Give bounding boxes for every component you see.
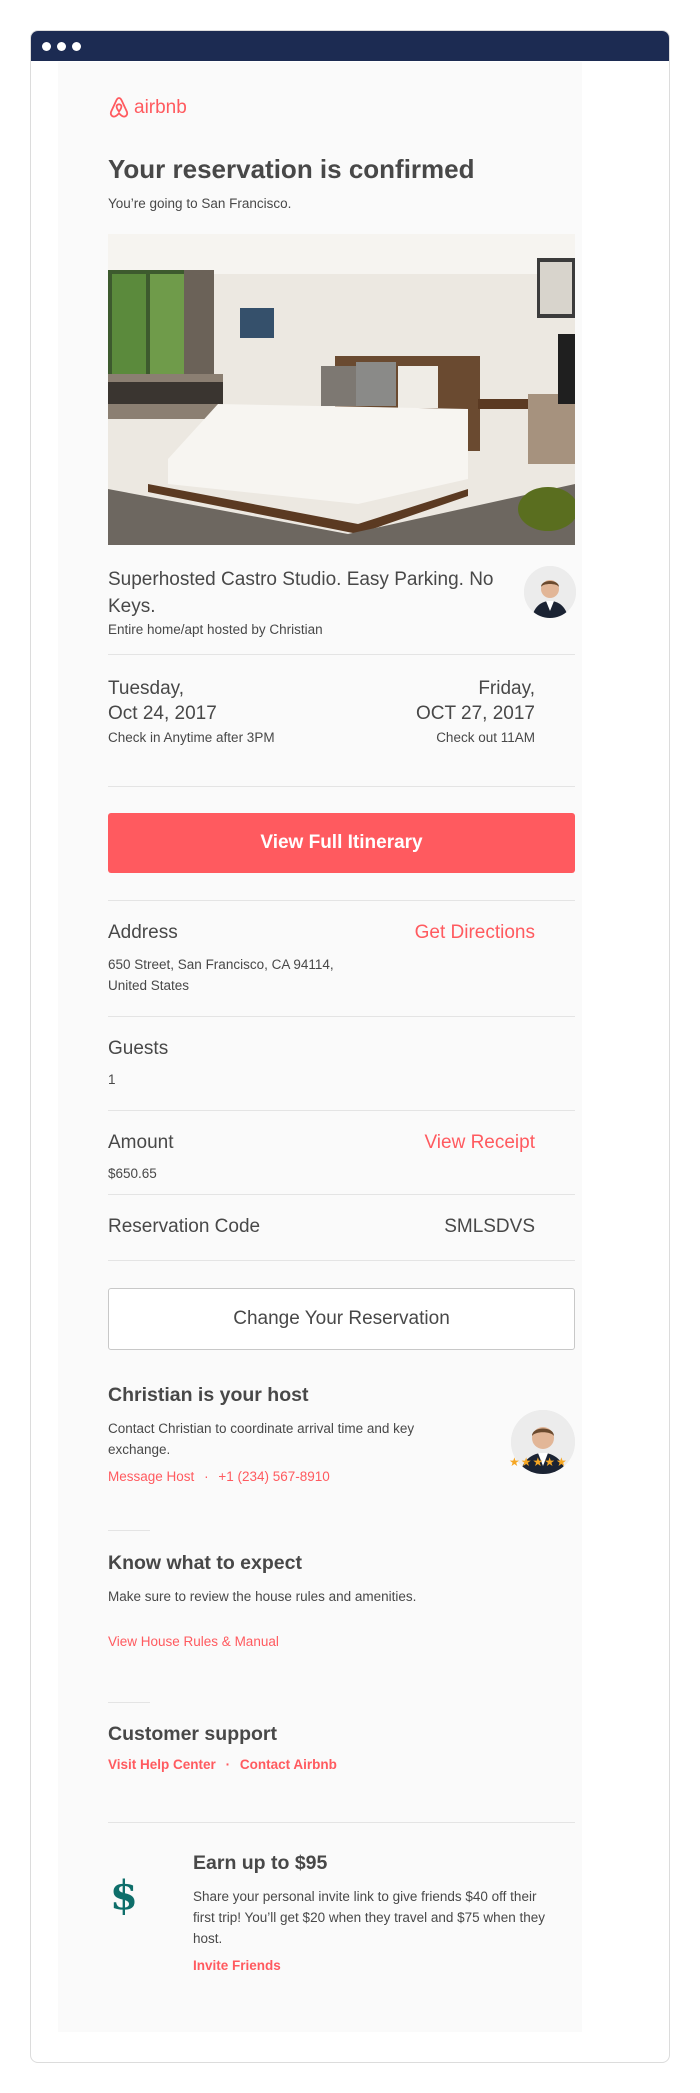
window-titlebar — [31, 31, 669, 61]
page-subtitle: You’re going to San Francisco. — [108, 196, 292, 211]
expect-heading: Know what to expect — [108, 1552, 302, 1574]
get-directions-link[interactable]: Get Directions — [415, 922, 535, 944]
listing-photo[interactable] — [108, 234, 575, 545]
reservation-code-value: SMLSDVS — [444, 1216, 535, 1237]
invite-friends-link[interactable]: Invite Friends — [193, 1958, 281, 1973]
checkout-day: Friday, — [478, 678, 535, 699]
checkout-date: OCT 27, 2017 — [415, 703, 535, 724]
host-avatar[interactable] — [524, 566, 576, 618]
message-host-link[interactable]: Message Host — [108, 1469, 194, 1484]
reservation-code-label: Reservation Code — [108, 1216, 261, 1237]
airbnb-belo-icon — [109, 97, 129, 118]
address-label: Address — [108, 922, 178, 943]
amount-label: Amount — [108, 1132, 174, 1153]
page-title: Your reservation is confirmed — [108, 154, 475, 184]
window-dot-icon[interactable] — [42, 41, 51, 51]
bedroom-image — [108, 234, 575, 545]
checkin-date: Oct 24, 2017 — [108, 703, 217, 724]
host-phone-link[interactable]: +1 (234) 567-8910 — [218, 1469, 329, 1484]
email-body: airbnb Your reservation is confirmed You… — [58, 62, 582, 2032]
host-heading: Christian is your host — [108, 1384, 309, 1406]
divider — [108, 900, 575, 901]
separator: · — [204, 1469, 209, 1484]
divider — [108, 654, 575, 655]
divider — [108, 786, 575, 787]
logo-text: airbnb — [134, 96, 187, 118]
checkout-note: Check out 11AM — [436, 730, 535, 745]
amount-value: $650.65 — [108, 1166, 157, 1181]
guests-label: Guests — [108, 1038, 169, 1059]
checkin-note: Check in Anytime after 3PM — [108, 730, 275, 745]
support-links-row: Visit Help Center · Contact Airbnb — [108, 1754, 337, 1775]
support-heading: Customer support — [108, 1723, 278, 1745]
host-rating-stars: ★★★★★ — [509, 1455, 568, 1469]
guests-value: 1 — [108, 1072, 116, 1087]
referral-heading: Earn up to $95 — [193, 1852, 328, 1874]
address-value: 650 Street, San Francisco, CA 94114, Uni… — [108, 957, 334, 993]
divider — [108, 1260, 575, 1261]
divider — [108, 1822, 575, 1823]
divider — [108, 1194, 575, 1195]
expect-text: Make sure to review the house rules and … — [108, 1589, 417, 1604]
divider — [108, 1016, 575, 1017]
referral-text: Share your personal invite link to give … — [193, 1889, 545, 1946]
divider — [108, 1702, 150, 1703]
change-reservation-button[interactable]: Change Your Reservation — [108, 1288, 575, 1350]
view-itinerary-button[interactable]: View Full Itinerary — [108, 813, 575, 873]
dollar-icon: $ — [110, 1872, 138, 1919]
view-receipt-link[interactable]: View Receipt — [424, 1132, 535, 1154]
separator: · — [225, 1757, 231, 1772]
checkin-day: Tuesday, — [108, 678, 185, 699]
contact-airbnb-link[interactable]: Contact Airbnb — [240, 1757, 337, 1772]
host-text: Contact Christian to coordinate arrival … — [108, 1421, 415, 1457]
help-center-link[interactable]: Visit Help Center — [108, 1757, 216, 1772]
window-dot-icon[interactable] — [72, 41, 81, 51]
listing-subtitle: Entire home/apt hosted by Christian — [108, 622, 323, 637]
window-dot-icon[interactable] — [57, 41, 66, 51]
host-photo-icon — [524, 566, 576, 618]
airbnb-logo[interactable]: airbnb — [108, 96, 187, 119]
checkin-block: Tuesday, Oct 24, 2017 Check in Anytime a… — [108, 676, 288, 748]
host-contact-row: Message Host · +1 (234) 567-8910 — [108, 1466, 330, 1487]
divider — [108, 1110, 575, 1111]
listing-title[interactable]: Superhosted Castro Studio. Easy Parking.… — [108, 566, 498, 620]
divider — [108, 1530, 150, 1531]
checkout-block: Friday, OCT 27, 2017 Check out 11AM — [335, 676, 535, 748]
house-rules-link[interactable]: View House Rules & Manual — [108, 1634, 279, 1649]
